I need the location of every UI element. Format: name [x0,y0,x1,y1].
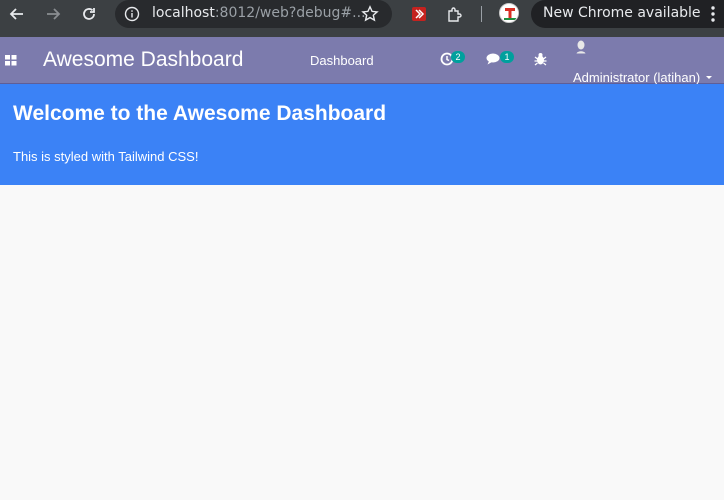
app-brand-title[interactable]: Awesome Dashboard [43,48,243,72]
forward-button[interactable] [40,1,66,27]
messages-count-badge: 1 [500,51,514,63]
new-chrome-label: New Chrome available [543,5,701,21]
welcome-title: Welcome to the Awesome Dashboard [13,102,387,125]
menu-item-dashboard[interactable]: Dashboard [310,53,374,68]
extension-red-icon[interactable] [410,5,428,23]
more-options-icon[interactable] [710,5,716,23]
top-navbar: Awesome Dashboard Dashboard 2 1 Administ… [0,37,724,85]
url-text[interactable]: localhost:8012/web?debug#... [152,5,366,21]
url-path: :8012/web?debug#... [214,5,366,21]
extensions-puzzle-icon[interactable] [446,5,464,23]
main-content-area [0,185,724,500]
back-arrow-icon [9,8,23,20]
reload-icon [83,8,95,20]
toolbar-divider [481,6,482,22]
address-bar[interactable]: localhost:8012/web?debug#... [115,0,392,28]
forward-arrow-icon [47,8,61,20]
welcome-banner: Welcome to the Awesome Dashboard This is… [0,84,724,185]
profile-avatar-icon[interactable] [499,3,519,23]
welcome-subtitle: This is styled with Tailwind CSS! [13,149,199,164]
activity-count-badge: 2 [451,51,465,63]
bookmark-star-icon[interactable] [361,5,379,23]
browser-toolbar: localhost:8012/web?debug#... New Chrome … [0,0,724,37]
site-info-icon[interactable] [124,6,140,22]
reload-button[interactable] [76,1,102,27]
url-host: localhost [152,5,215,21]
apps-menu-icon[interactable] [5,55,17,66]
new-chrome-available-button[interactable]: New Chrome available [531,0,724,28]
user-menu-caret-icon[interactable] [706,76,712,79]
profile-emblem-icon [501,5,518,22]
user-menu-name[interactable]: Administrator (latihan) [573,70,700,85]
debug-bug-icon[interactable] [534,52,547,66]
user-avatar-icon[interactable] [575,40,587,54]
back-button[interactable] [4,1,30,27]
